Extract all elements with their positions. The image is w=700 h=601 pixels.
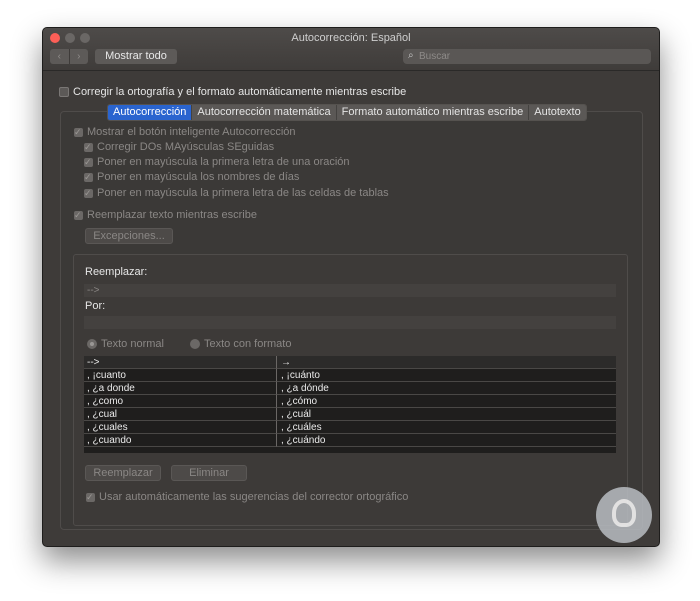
back-arrow-icon[interactable]: ‹ xyxy=(50,49,69,64)
cell-from: , ¿a donde xyxy=(84,382,277,395)
cell-from: , ¿cuales xyxy=(84,421,277,434)
capitalize-days-option[interactable]: Poner en mayúscula los nombres de días xyxy=(84,171,299,184)
cell-from: , ¡cuanto xyxy=(84,369,277,382)
cell-to: , ¿cuál xyxy=(277,408,616,421)
cell-from: , ¿como xyxy=(84,395,277,408)
option-label: Reemplazar texto mientras escribe xyxy=(87,209,257,221)
correct-two-caps-option[interactable]: Corregir DOs MAyúsculas SEguidas xyxy=(84,141,274,154)
radio-selected-icon[interactable] xyxy=(87,339,97,350)
formatted-text-radio[interactable]: Texto con formato xyxy=(190,338,291,351)
search-box[interactable]: ⌕ xyxy=(403,49,651,64)
option-label: Poner en mayúscula la primera letra de l… xyxy=(97,187,389,199)
checkbox-icon[interactable] xyxy=(84,156,93,169)
watermark-logo xyxy=(596,487,652,543)
search-input[interactable] xyxy=(419,49,644,64)
capitalize-table-cells-option[interactable]: Poner en mayúscula la primera letra de l… xyxy=(84,187,389,200)
main-autocorrect-checkbox[interactable]: Corregir la ortografía y el formato auto… xyxy=(59,86,406,99)
checkbox-icon[interactable] xyxy=(59,87,69,98)
checkbox-icon[interactable] xyxy=(86,491,95,504)
cell-to: , ¿a dónde xyxy=(277,382,616,395)
replace-text-option[interactable]: Reemplazar texto mientras escribe xyxy=(74,209,257,222)
cell-to: , ¡cuánto xyxy=(277,369,616,382)
table-row[interactable]: , ¿como, ¿cómo xyxy=(84,395,616,408)
cell-from: --> xyxy=(84,356,277,369)
option-label: Corregir DOs MAyúsculas SEguidas xyxy=(97,141,275,153)
table-row[interactable]: , ¿cuando, ¿cuándo xyxy=(84,434,616,447)
tab-autotexto[interactable]: Autotexto xyxy=(528,105,586,120)
option-label: Usar automáticamente las sugerencias del… xyxy=(99,491,409,503)
exceptions-button[interactable]: Excepciones... xyxy=(85,228,173,244)
checkbox-icon[interactable] xyxy=(84,187,93,200)
tab-bar: Autocorrección Autocorrección matemática… xyxy=(107,104,587,121)
tab-formato-automatico[interactable]: Formato automático mientras escribe xyxy=(335,105,529,120)
autocorrect-window: Autocorrección: Español ‹ › Mostrar todo… xyxy=(42,27,660,547)
with-input[interactable] xyxy=(84,316,616,329)
checkbox-icon[interactable] xyxy=(74,126,83,139)
search-icon: ⌕ xyxy=(408,50,414,61)
table-row[interactable]: , ¿cual, ¿cuál xyxy=(84,408,616,421)
option-label: Mostrar el botón inteligente Autocorrecc… xyxy=(87,126,296,138)
replace-input[interactable]: --> xyxy=(84,284,616,297)
tab-autocorreccion[interactable]: Autocorrección xyxy=(108,105,192,120)
replace-button[interactable]: Reemplazar xyxy=(85,465,161,481)
table-row[interactable]: --> → xyxy=(84,356,616,369)
cell-from: , ¿cual xyxy=(84,408,277,421)
radio-label: Texto con formato xyxy=(204,338,292,350)
plain-text-radio[interactable]: Texto normal xyxy=(87,338,164,351)
main-autocorrect-label: Corregir la ortografía y el formato auto… xyxy=(73,86,407,98)
table-row[interactable]: , ¿cuales, ¿cuáles xyxy=(84,421,616,434)
checkbox-icon[interactable] xyxy=(74,209,83,222)
cell-to: , ¿cuáles xyxy=(277,421,616,434)
cell-to: , ¿cómo xyxy=(277,395,616,408)
option-label: Poner en mayúscula los nombres de días xyxy=(97,171,300,183)
option-label: Poner en mayúscula la primera letra de u… xyxy=(97,156,350,168)
title-bar: Autocorrección: Español ‹ › Mostrar todo… xyxy=(43,28,659,71)
delete-button[interactable]: Eliminar xyxy=(171,465,247,481)
show-all-button[interactable]: Mostrar todo xyxy=(95,49,177,64)
replace-label: Reemplazar: xyxy=(85,266,148,278)
table-row[interactable]: , ¿a donde, ¿a dónde xyxy=(84,382,616,395)
navigation-buttons: ‹ › xyxy=(50,49,88,64)
cell-from: , ¿cuando xyxy=(84,434,277,447)
radio-label: Texto normal xyxy=(101,338,164,350)
auto-suggestions-option[interactable]: Usar automáticamente las sugerencias del… xyxy=(86,491,408,504)
window-title: Autocorrección: Español xyxy=(291,32,411,44)
checkbox-icon[interactable] xyxy=(84,171,93,184)
checkbox-icon[interactable] xyxy=(84,141,93,154)
autocorrect-table[interactable]: --> → , ¡cuanto, ¡cuánto , ¿a donde, ¿a d… xyxy=(84,356,616,453)
show-smart-button-option[interactable]: Mostrar el botón inteligente Autocorrecc… xyxy=(74,126,296,139)
cell-to: , ¿cuándo xyxy=(277,434,616,447)
radio-icon[interactable] xyxy=(190,339,200,350)
tab-autocorreccion-matematica[interactable]: Autocorrección matemática xyxy=(191,105,336,120)
table-row[interactable]: , ¡cuanto, ¡cuánto xyxy=(84,369,616,382)
cell-to: → xyxy=(277,356,616,369)
capitalize-sentence-option[interactable]: Poner en mayúscula la primera letra de u… xyxy=(84,156,350,169)
with-label: Por: xyxy=(85,300,106,312)
forward-arrow-icon[interactable]: › xyxy=(68,49,89,64)
